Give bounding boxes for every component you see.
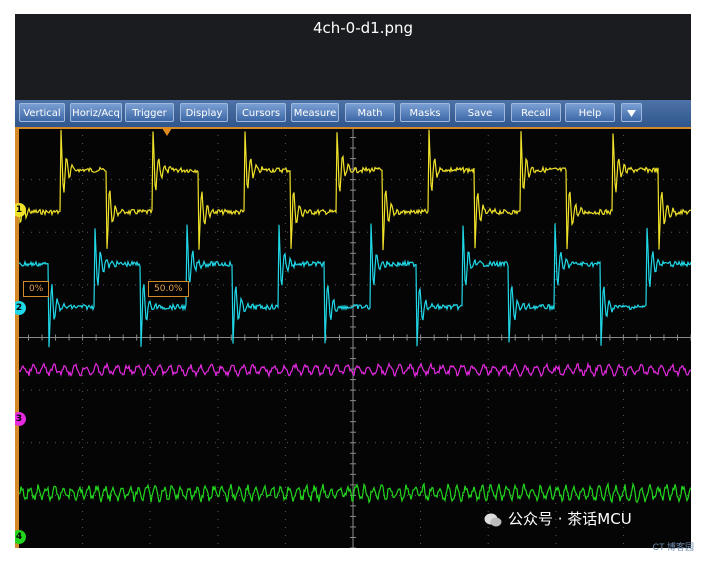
menu-cursors[interactable]: Cursors <box>236 103 286 122</box>
trigger-position-icon <box>162 128 172 136</box>
trigger-bar-top <box>15 127 691 129</box>
waveform-graticule <box>15 127 691 548</box>
menu-math[interactable]: Math <box>345 103 395 122</box>
window-title: 4ch-0-d1.png <box>312 19 414 37</box>
menu-help[interactable]: Help <box>565 103 615 122</box>
watermark: 公众号 · 茶话MCU <box>484 508 632 529</box>
menu-trigger[interactable]: Trigger <box>125 103 174 122</box>
percent-label-left: 0% <box>23 281 50 297</box>
menu-masks[interactable]: Masks <box>400 103 450 122</box>
channel-3-trace <box>18 361 691 379</box>
percent-label-50: 50.0% <box>148 281 189 297</box>
scope-display[interactable]: 1 2 3 4 0% 50.0% <box>15 127 691 548</box>
triangle-down-icon[interactable] <box>621 103 642 122</box>
watermark-text: 公众号 · 茶话MCU <box>508 510 632 528</box>
menu-horiz-acq[interactable]: Horiz/Acq <box>70 103 122 122</box>
window-titlebar: 4ch-0-d1.png <box>15 14 691 100</box>
watermark-sub: CT 博客园 <box>652 542 694 552</box>
menu-vertical[interactable]: Vertical <box>19 103 65 122</box>
wechat-icon <box>484 513 502 526</box>
menu-display[interactable]: Display <box>180 103 228 122</box>
menu-recall[interactable]: Recall <box>511 103 561 122</box>
menu-measure[interactable]: Measure <box>291 103 339 122</box>
menu-bar: Vertical Horiz/Acq Trigger Display Curso… <box>15 100 691 127</box>
channel-4-trace <box>18 481 691 504</box>
menu-save[interactable]: Save <box>455 103 505 122</box>
trigger-bar-left <box>15 127 19 548</box>
